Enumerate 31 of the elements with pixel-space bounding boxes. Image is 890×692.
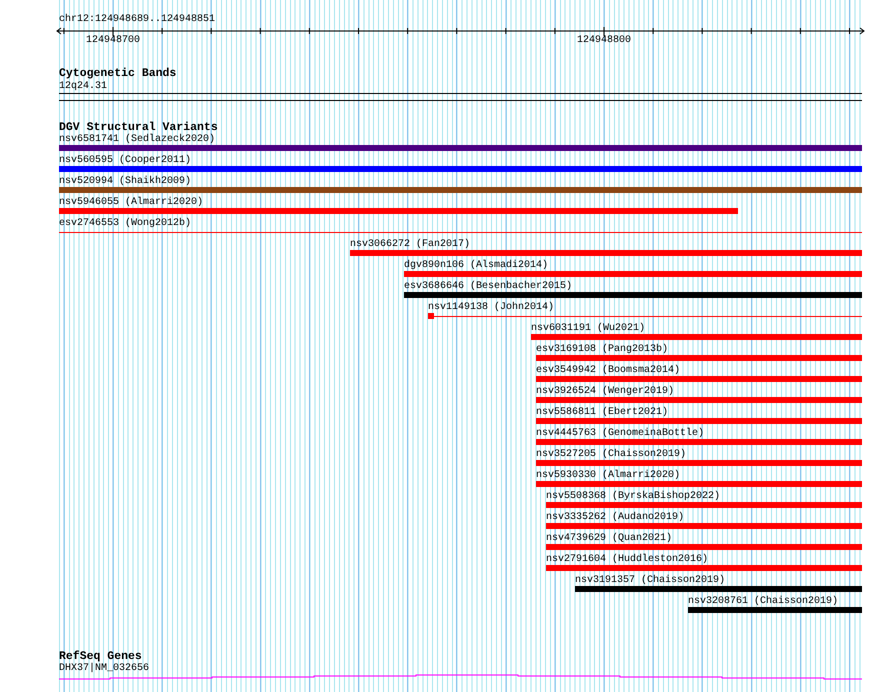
variant-label: nsv5508368 (ByrskaBishop2022) [546,491,720,502]
track-title: DGV Structural Variants [59,122,218,134]
variant-label: esv2746553 (Wong2012b) [59,218,192,229]
tick-label: 124948800 [576,35,632,47]
variant-label: nsv4445763 (GenomeinaBottle) [536,428,704,439]
position-label: chr12:124948689..124948851 [59,14,216,26]
variant-label: nsv5930330 (Almarri2020) [536,470,680,481]
variant-label: nsv3066272 (Fan2017) [350,239,470,250]
variant-label: nsv3527205 (Chaisson2019) [536,449,686,460]
gene-label: DHX37|NM_032656 [59,663,150,674]
variant-label: nsv6581741 (Sedlazeck2020) [59,134,216,145]
variant-label: nsv6031191 (Wu2021) [531,323,646,334]
track-title: Cytogenetic Bands [59,68,176,80]
variant-label: nsv5946055 (Almarri2020) [59,197,204,208]
variant-label: nsv1149138 (John2014) [428,302,554,313]
track-title: RefSeq Genes [59,651,142,663]
variant-label: esv3169108 (Pang2013b) [536,344,668,355]
band-label: 12q24.31 [59,81,108,92]
variant-label: nsv3208761 (Chaisson2019) [688,596,838,607]
variant-label: nsv3191357 (Chaisson2019) [575,575,726,586]
variant-label: nsv3926524 (Wenger2019) [536,386,674,397]
variant-label: nsv4739629 (Quan2021) [546,533,672,544]
variant-label: dgv890n106 (Alsmadi2014) [404,260,548,271]
variant-label: nsv2791604 (Huddleston2016) [546,554,708,565]
tick-label: 124948700 [84,35,141,47]
variant-label: nsv5586811 (Ebert2021) [536,407,668,418]
variant-label: esv3549942 (Boomsma2014) [536,365,680,376]
variant-label: nsv560595 (Cooper2011) [59,155,192,166]
variant-label: nsv3335262 (Audano2019) [546,512,684,523]
variant-label: esv3686646 (Besenbacher2015) [404,281,572,292]
variant-label: nsv520994 (Shaikh2009) [59,176,192,187]
